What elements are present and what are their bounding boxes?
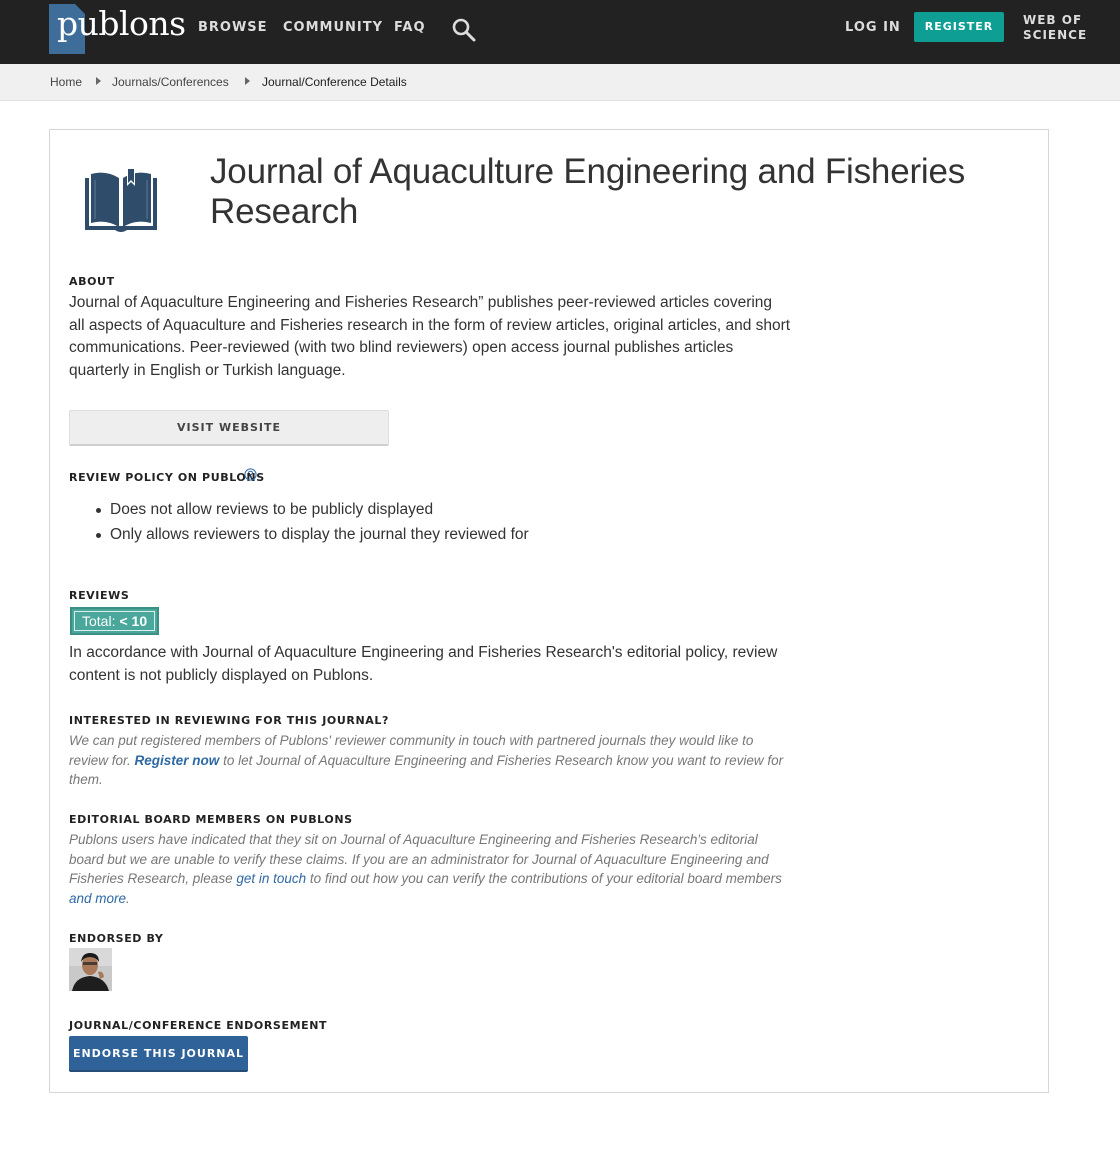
open-book-icon: [85, 168, 157, 232]
reviews-heading: REVIEWS: [69, 589, 130, 602]
endorser-avatar-image: [69, 948, 112, 991]
review-policy-heading: REVIEW POLICY ON PUBLONS: [69, 471, 265, 484]
breadcrumb: Home Journals/Conferences Journal/Confer…: [0, 64, 1120, 101]
journal-card: Journal of Aquaculture Engineering and F…: [49, 129, 1049, 1093]
reviews-policy-text: In accordance with Journal of Aquacultur…: [69, 644, 778, 684]
nav-faq[interactable]: FAQ: [394, 20, 426, 36]
reviews-total-badge: Total: < 10: [70, 607, 160, 635]
review-policy-list: Does not allow reviews to be publicly di…: [95, 497, 795, 547]
interested-heading: INTERESTED IN REVIEWING FOR THIS JOURNAL…: [69, 714, 389, 727]
register-button[interactable]: REGISTER: [914, 12, 1004, 42]
visit-website-button[interactable]: VISIT WEBSITE: [69, 410, 389, 446]
avatar[interactable]: [69, 948, 112, 991]
breadcrumb-journals[interactable]: Journals/Conferences: [112, 75, 229, 90]
reviews-total-label: Total:: [82, 613, 116, 629]
question-circle-icon[interactable]: [244, 468, 257, 481]
login-link[interactable]: LOG IN: [845, 20, 901, 36]
get-in-touch-link[interactable]: get in touch: [236, 871, 306, 886]
breadcrumb-home[interactable]: Home: [50, 75, 82, 90]
wos-line-2: SCIENCE: [1023, 28, 1088, 42]
chevron-right-icon: [96, 77, 101, 85]
page-title: Journal of Aquaculture Engineering and F…: [210, 152, 966, 231]
endorsement-heading: JOURNAL/CONFERENCE ENDORSEMENT: [69, 1019, 328, 1032]
list-item: Only allows reviewers to display the jou…: [95, 522, 795, 547]
top-navbar: publons BROWSE COMMUNITY FAQ LOG IN REGI…: [0, 0, 1120, 64]
endorse-journal-button[interactable]: ENDORSE THIS JOURNAL: [69, 1036, 248, 1072]
nav-community[interactable]: COMMUNITY: [283, 20, 383, 36]
list-item: Does not allow reviews to be publicly di…: [95, 497, 795, 522]
publons-logo[interactable]: publons: [49, 4, 186, 54]
register-now-link[interactable]: Register now: [135, 753, 220, 768]
about-text: Journal of Aquaculture Engineering and F…: [69, 294, 791, 379]
editorial-board-text: Publons users have indicated that they s…: [69, 830, 791, 908]
editorial-text-end: .: [126, 890, 130, 906]
web-of-science-link[interactable]: WEB OF SCIENCE: [1023, 13, 1103, 43]
editorial-board-heading: EDITORIAL BOARD MEMBERS ON PUBLONS: [69, 813, 353, 826]
logo-text: publons: [57, 4, 186, 43]
nav-browse[interactable]: BROWSE: [198, 20, 268, 36]
endorsed-by-heading: ENDORSED BY: [69, 932, 164, 945]
about-heading: ABOUT: [69, 275, 115, 288]
chevron-right-icon: [245, 77, 250, 85]
search-icon[interactable]: [451, 17, 477, 43]
reviews-total-value: < 10: [119, 613, 148, 629]
interested-text: We can put registered members of Publons…: [69, 731, 791, 790]
wos-line-1: WEB OF: [1023, 13, 1083, 27]
editorial-text-middle: to find out how you can verify the contr…: [309, 871, 782, 886]
breadcrumb-current: Journal/Conference Details: [262, 75, 407, 89]
and-more-link[interactable]: and more: [69, 891, 126, 906]
